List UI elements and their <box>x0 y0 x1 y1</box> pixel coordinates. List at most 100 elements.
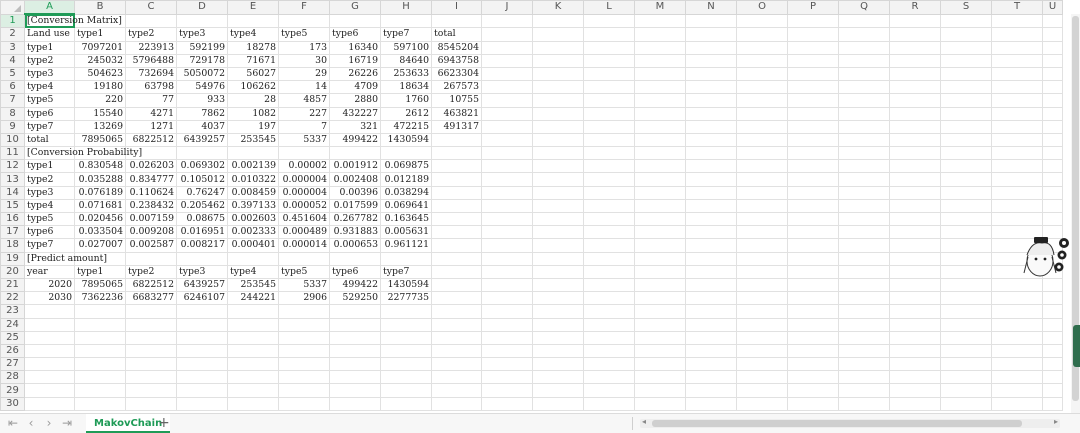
cell-p24[interactable] <box>787 317 839 332</box>
cell-a23[interactable] <box>24 304 75 319</box>
cell-t8[interactable] <box>991 106 1043 121</box>
cell-u16[interactable] <box>1042 211 1063 227</box>
cell-t27[interactable] <box>991 357 1043 372</box>
cell-f11[interactable] <box>278 146 330 161</box>
cell-f26[interactable] <box>278 343 330 359</box>
cell-t5[interactable] <box>991 66 1043 82</box>
row-header[interactable]: 28 <box>0 370 25 385</box>
cell-e8[interactable]: 1082 <box>227 106 279 121</box>
cell-c15[interactable]: 0.238432 <box>125 198 177 214</box>
cell-i6[interactable]: 267573 <box>431 80 482 95</box>
cell-m10[interactable] <box>634 132 686 148</box>
cell-c6[interactable]: 63798 <box>125 80 177 95</box>
cell-c27[interactable] <box>125 357 177 372</box>
cell-a18[interactable]: type7 <box>24 238 75 253</box>
cell-f2[interactable]: type5 <box>278 27 330 42</box>
scroll-divider[interactable] <box>632 417 633 430</box>
row-header[interactable]: 24 <box>0 317 25 332</box>
cell-d29[interactable] <box>176 383 228 398</box>
column-header-k[interactable]: K <box>532 0 584 15</box>
cell-c1[interactable] <box>125 13 177 29</box>
cell-p18[interactable] <box>787 238 839 253</box>
cell-t11[interactable] <box>991 146 1043 161</box>
cell-a11[interactable]: [Conversion Probability] <box>24 146 142 161</box>
row-header[interactable]: 4 <box>0 53 25 68</box>
cell-q8[interactable] <box>838 106 890 121</box>
cell-p13[interactable] <box>787 172 839 187</box>
cell-s25[interactable] <box>940 330 992 345</box>
cell-a25[interactable] <box>24 330 75 345</box>
cell-b13[interactable]: 0.035288 <box>74 172 126 187</box>
cell-r14[interactable] <box>889 185 941 200</box>
cell-f20[interactable]: type5 <box>278 264 330 279</box>
cell-l17[interactable] <box>583 225 635 240</box>
cell-k21[interactable] <box>532 277 584 293</box>
row-header[interactable]: 10 <box>0 132 25 148</box>
cell-f18[interactable]: 0.000014 <box>278 238 330 253</box>
cell-c5[interactable]: 732694 <box>125 66 177 82</box>
cell-p16[interactable] <box>787 211 839 227</box>
cell-e10[interactable]: 253545 <box>227 132 279 148</box>
cell-u14[interactable] <box>1042 185 1063 200</box>
cell-f6[interactable]: 14 <box>278 80 330 95</box>
cell-t14[interactable] <box>991 185 1043 200</box>
cell-p30[interactable] <box>787 396 839 411</box>
cell-u30[interactable] <box>1042 396 1063 411</box>
cell-u10[interactable] <box>1042 132 1063 148</box>
cell-p20[interactable] <box>787 264 839 279</box>
cell-n12[interactable] <box>685 159 737 174</box>
cell-l21[interactable] <box>583 277 635 293</box>
cell-f19[interactable] <box>278 251 330 266</box>
cell-p28[interactable] <box>787 370 839 385</box>
cell-a14[interactable]: type3 <box>24 185 75 200</box>
cell-o1[interactable] <box>736 13 788 29</box>
cell-m17[interactable] <box>634 225 686 240</box>
cell-n15[interactable] <box>685 198 737 214</box>
cell-k2[interactable] <box>532 27 584 42</box>
cell-r7[interactable] <box>889 93 941 108</box>
cell-h8[interactable]: 2612 <box>380 106 432 121</box>
cell-j4[interactable] <box>481 53 533 68</box>
cell-e27[interactable] <box>227 357 279 372</box>
cell-r23[interactable] <box>889 304 941 319</box>
cell-o7[interactable] <box>736 93 788 108</box>
cell-n7[interactable] <box>685 93 737 108</box>
cell-i11[interactable] <box>431 146 482 161</box>
cell-h4[interactable]: 84640 <box>380 53 432 68</box>
horizontal-scroll-thumb[interactable] <box>652 420 1022 427</box>
cell-o14[interactable] <box>736 185 788 200</box>
cell-i3[interactable]: 8545204 <box>431 40 482 55</box>
cell-a30[interactable] <box>24 396 75 411</box>
row-header[interactable]: 8 <box>0 106 25 121</box>
cell-c26[interactable] <box>125 343 177 359</box>
cell-k14[interactable] <box>532 185 584 200</box>
cell-o4[interactable] <box>736 53 788 68</box>
cell-t1[interactable] <box>991 13 1043 29</box>
cell-n10[interactable] <box>685 132 737 148</box>
cell-c4[interactable]: 5796488 <box>125 53 177 68</box>
cell-k9[interactable] <box>532 119 584 134</box>
cell-k27[interactable] <box>532 357 584 372</box>
cell-l4[interactable] <box>583 53 635 68</box>
cell-e20[interactable]: type4 <box>227 264 279 279</box>
cell-i2[interactable]: total <box>431 27 482 42</box>
cell-u6[interactable] <box>1042 80 1063 95</box>
cell-e19[interactable] <box>227 251 279 266</box>
cell-a21[interactable]: 2020 <box>24 277 75 293</box>
cell-o28[interactable] <box>736 370 788 385</box>
cell-i18[interactable] <box>431 238 482 253</box>
cell-s9[interactable] <box>940 119 992 134</box>
row-header[interactable]: 13 <box>0 172 25 187</box>
row-header[interactable]: 23 <box>0 304 25 319</box>
cell-g6[interactable]: 4709 <box>329 80 381 95</box>
cell-f23[interactable] <box>278 304 330 319</box>
horizontal-scrollbar[interactable]: ◂ ▸ <box>640 417 1060 428</box>
cell-s30[interactable] <box>940 396 992 411</box>
cell-i15[interactable] <box>431 198 482 214</box>
cell-s20[interactable] <box>940 264 992 279</box>
cell-k20[interactable] <box>532 264 584 279</box>
cell-l29[interactable] <box>583 383 635 398</box>
cell-k25[interactable] <box>532 330 584 345</box>
cell-l23[interactable] <box>583 304 635 319</box>
cell-b25[interactable] <box>74 330 126 345</box>
